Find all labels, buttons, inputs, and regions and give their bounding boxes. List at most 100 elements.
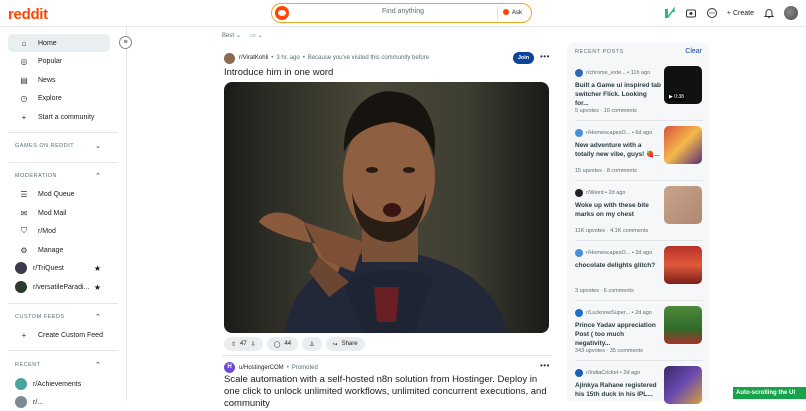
mail-icon: ✉ — [20, 208, 28, 218]
recent-post-item[interactable]: r/IndiaCricket • 2d ago Ajinkya Rahane r… — [575, 366, 703, 404]
upvote-icon[interactable]: ⇧ — [231, 341, 236, 348]
view-dropdown[interactable]: ▭ ⌄ — [250, 32, 263, 39]
hostinger-avatar[interactable]: H — [224, 362, 235, 373]
community-avatar — [575, 68, 583, 77]
sidebar-item-create-custom-feed[interactable]: + Create Custom Feed — [8, 326, 110, 344]
more-options-icon[interactable]: ••• — [540, 361, 550, 370]
favorite-star-icon[interactable]: ★ — [94, 264, 101, 273]
recent-post-meta: r/HomescapesO... • 2d ago — [575, 248, 661, 257]
sidebar-item-label: r/versatileParadi... — [33, 283, 90, 291]
downvote-icon[interactable]: ⇩ — [251, 341, 256, 348]
post-image[interactable] — [224, 82, 549, 333]
create-post-button[interactable]: + Create — [727, 10, 754, 17]
advertise-icon[interactable] — [685, 7, 697, 19]
sidebar-item-home[interactable]: ⌂ Home — [8, 34, 110, 52]
recent-post-upvotes: 5 upvotes — [575, 108, 599, 114]
extension-icon[interactable] — [664, 7, 676, 19]
sidebar-item-news[interactable]: ▤ News — [8, 71, 110, 89]
meta-separator: • — [286, 364, 289, 371]
recent-post-stats: 11K upvotes · 4.1K comments — [575, 228, 649, 234]
sort-dropdown[interactable]: Best ⌄ — [222, 32, 242, 40]
community-avatar — [15, 378, 27, 390]
section-recent[interactable]: RECENT ⌃ — [15, 362, 101, 369]
section-games-on-reddit[interactable]: GAMES ON REDDIT ⌄ — [15, 143, 101, 150]
recent-post-thumbnail — [664, 366, 702, 404]
search-bar[interactable]: Find anything Ask — [271, 3, 532, 23]
sidebar-item-mod-queue[interactable]: ☰ Mod Queue — [8, 185, 110, 203]
post-photo-figure — [259, 91, 509, 333]
share-label: Share — [341, 341, 358, 347]
collapse-sidebar-button[interactable]: ≡ — [119, 36, 132, 49]
community-avatar — [15, 262, 27, 274]
recent-post-comments: 10 comments — [603, 108, 637, 114]
vote-control: ⇧ 47 ⇩ — [224, 337, 263, 351]
recent-post-subreddit: r/HomescapesO... — [586, 129, 631, 136]
vote-count: 47 — [240, 341, 247, 347]
recent-post-time: 2d ago — [623, 369, 641, 376]
share-button[interactable]: ↪ Share — [325, 337, 365, 351]
post-time: 3 hr. ago — [276, 55, 300, 61]
comments-button[interactable]: ◯ 44 — [266, 337, 299, 351]
section-title: CUSTOM FEEDS — [15, 314, 65, 320]
advertiser-link[interactable]: u/HostingerCOM — [239, 365, 284, 371]
chevron-down-icon: ⌄ — [257, 33, 263, 39]
post-title[interactable]: Introduce him in one word — [224, 67, 333, 78]
sidebar-item-label: Manage — [38, 246, 64, 254]
more-options-icon[interactable]: ••• — [540, 52, 550, 61]
recent-post-stats: 343 upvotes · 35 comments — [575, 348, 643, 354]
recent-post-meta: r/LucknowSuper... • 2d ago — [575, 308, 661, 317]
sidebar-item-triquest[interactable]: r/TriQuest ★ — [8, 259, 110, 277]
join-button[interactable]: Join — [513, 52, 534, 64]
recent-post-item[interactable]: r/LucknowSuper... • 2d ago Prince Yadav … — [575, 306, 703, 354]
chat-icon[interactable] — [706, 7, 718, 19]
reddit-snoo-icon — [275, 6, 289, 20]
clear-recent-button[interactable]: Clear — [685, 48, 702, 55]
recommendation-reason: Because you've visited this community be… — [307, 55, 430, 61]
gear-icon: ⚙ — [20, 245, 28, 255]
section-title: GAMES ON REDDIT — [15, 143, 75, 149]
recent-post-title: Built a Game ui inspired tab switcher Fl… — [575, 82, 661, 107]
sidebar-item-achievements[interactable]: r/Achievements — [8, 375, 110, 393]
ask-button[interactable]: Ask — [496, 6, 528, 20]
section-moderation[interactable]: MODERATION ⌃ — [15, 173, 101, 180]
community-avatar — [15, 396, 27, 408]
sidebar-item-explore[interactable]: ◷ Explore — [8, 89, 110, 107]
sidebar-item-label: Mod Queue — [38, 190, 75, 198]
recent-post-item[interactable]: r/HomescapesO... • 2d ago chocolate deli… — [575, 246, 703, 294]
sidebar-item-r-mod[interactable]: ⛉ r/Mod — [8, 222, 110, 240]
recent-post-time: 2d ago — [635, 309, 652, 316]
community-avatar[interactable] — [224, 52, 235, 64]
recent-post-stats: 15 upvotes · 8 comments — [575, 168, 637, 174]
sidebar-item-start-community[interactable]: + Start a community — [8, 108, 110, 126]
chevron-up-icon: ⌃ — [95, 362, 102, 369]
search-input[interactable]: Find anything — [382, 8, 424, 15]
user-avatar[interactable] — [784, 6, 798, 20]
sidebar-divider — [126, 27, 127, 401]
community-avatar — [575, 188, 583, 197]
sidebar-item-mod-mail[interactable]: ✉ Mod Mail — [8, 204, 110, 222]
recent-post-item[interactable]: r/chrome_exte... • 11h ago Built a Game … — [575, 66, 703, 114]
duration-label: 0:38 — [674, 94, 684, 100]
section-custom-feeds[interactable]: CUSTOM FEEDS ⌃ — [15, 314, 101, 321]
notifications-bell-icon[interactable] — [763, 7, 775, 19]
recent-post-item[interactable]: r/Weird • 2d ago Woke up with these bite… — [575, 186, 703, 234]
news-icon: ▤ — [20, 75, 28, 85]
recent-post-item[interactable]: r/HomescapesO... • 6d ago New adventure … — [575, 126, 703, 174]
favorite-star-icon[interactable]: ★ — [94, 283, 101, 292]
sidebar-item-label: Popular — [38, 57, 63, 65]
award-button[interactable]: ♙ — [302, 337, 322, 351]
promoted-post-meta: H u/HostingerCOM • Promoted — [224, 362, 318, 373]
recent-post-thumbnail: ▶ 0:38 — [664, 66, 702, 104]
subreddit-link[interactable]: r/ViratKohli — [239, 55, 268, 61]
sidebar-item-versatileparadise[interactable]: r/versatileParadi... ★ — [8, 278, 110, 296]
sidebar-item-recent-2[interactable]: r/... — [8, 393, 110, 411]
post-divider — [222, 355, 552, 356]
recent-posts-title: RECENT POSTS — [575, 49, 624, 55]
sidebar-item-label: Start a community — [38, 113, 95, 121]
promoted-post-title[interactable]: Scale automation with a self-hosted n8n … — [224, 374, 554, 410]
sidebar-item-popular[interactable]: ◎ Popular — [8, 52, 110, 70]
reddit-logo[interactable]: reddit — [8, 6, 48, 23]
chevron-down-icon: ⌄ — [236, 33, 242, 39]
sidebar-item-manage[interactable]: ⚙ Manage — [8, 241, 110, 259]
community-avatar — [575, 128, 583, 137]
